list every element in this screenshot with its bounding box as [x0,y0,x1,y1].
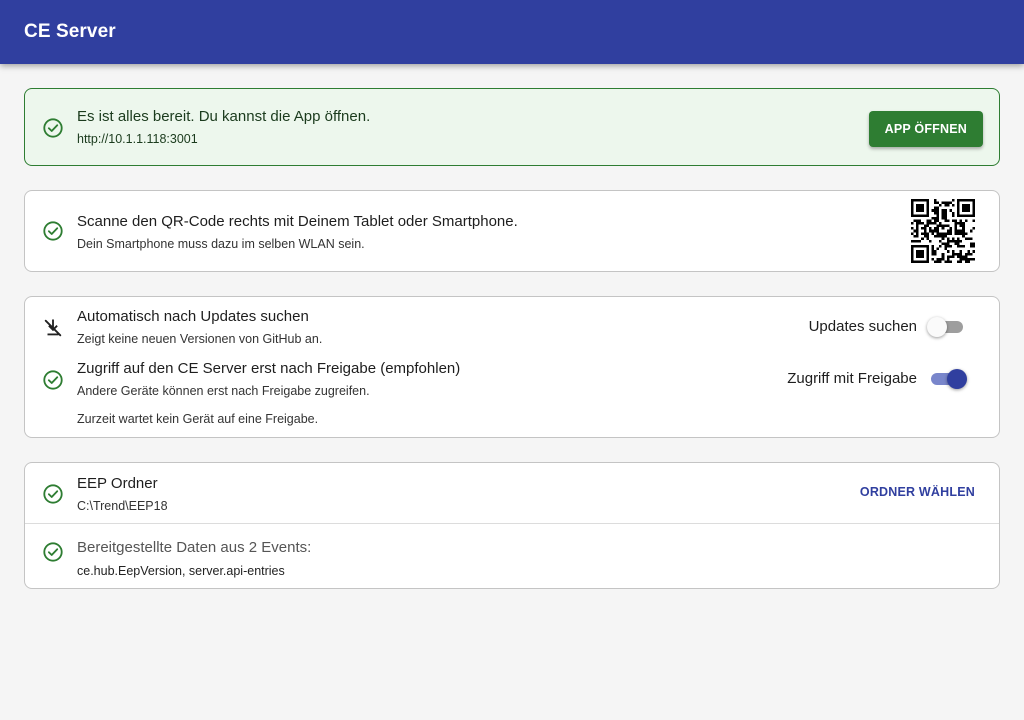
open-app-button[interactable]: APP ÖFFNEN [868,111,983,147]
access-switch-label: Zugriff mit Freigabe [787,370,917,387]
check-circle-icon [42,117,64,139]
events-list: ce.hub.EepVersion, server.api-entries [77,564,285,578]
access-approval-description: Andere Geräte können erst nach Freigabe … [77,384,370,398]
app-bar: CE Server [0,0,1024,64]
server-url[interactable]: http://10.1.1.118:3001 [77,132,198,146]
choose-folder-button[interactable]: ORDNER WÄHLEN [860,485,975,499]
updates-switch-label: Updates suchen [808,318,917,335]
auto-update-description: Zeigt keine neuen Versionen von GitHub a… [77,332,323,346]
events-title: Bereitgestellte Daten aus 2 Events: [77,539,312,556]
switch-thumb[interactable] [927,317,947,337]
qr-code-image [911,199,975,263]
update-disabled-icon [42,317,64,339]
access-switch[interactable] [929,369,967,389]
waiting-status: Zurzeit wartet kein Gerät auf eine Freig… [77,412,319,426]
check-circle-icon [42,220,64,242]
check-circle-icon [42,369,64,391]
eep-folder-path: C:\Trend\EEP18 [77,499,168,513]
check-circle-icon [42,483,64,505]
settings-card: Automatisch nach Updates suchen Zeigt ke… [24,296,1000,438]
eep-folder-title: EEP Ordner [77,475,158,492]
qr-hint: Dein Smartphone muss dazu im selben WLAN… [77,237,365,251]
switch-thumb[interactable] [947,369,967,389]
access-approval-title: Zugriff auf den CE Server erst nach Frei… [77,360,461,377]
qr-instruction: Scanne den QR-Code rechts mit Deinem Tab… [77,213,518,230]
qr-card: Scanne den QR-Code rechts mit Deinem Tab… [24,190,1000,272]
divider [25,523,999,524]
updates-switch[interactable] [927,317,965,337]
auto-update-title: Automatisch nach Updates suchen [77,308,309,325]
check-circle-icon [42,541,64,563]
eep-card: EEP Ordner C:\Trend\EEP18 ORDNER WÄHLEN … [24,462,1000,589]
ready-card: Es ist alles bereit. Du kannst die App ö… [24,88,1000,166]
ready-message: Es ist alles bereit. Du kannst die App ö… [77,108,371,125]
app-title: CE Server [24,21,116,42]
